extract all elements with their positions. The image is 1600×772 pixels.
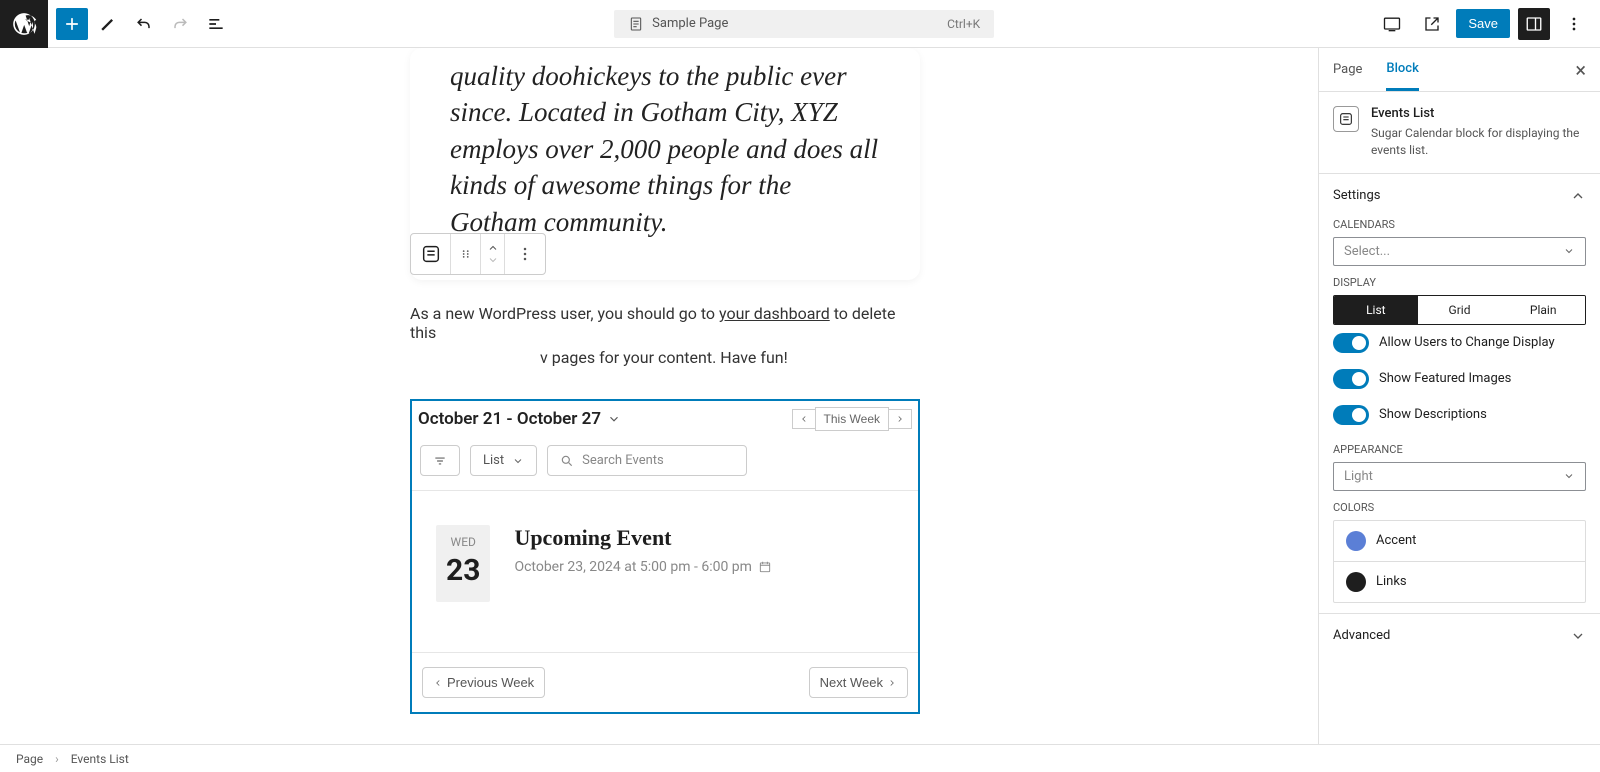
display-label: DISPLAY — [1333, 276, 1586, 289]
calendar-icon — [758, 560, 772, 574]
appearance-label: APPEARANCE — [1333, 443, 1586, 456]
advanced-section[interactable]: Advanced — [1333, 624, 1586, 648]
view-icon[interactable] — [1376, 8, 1408, 40]
block-name: Events List — [1371, 106, 1586, 121]
chevron-down-icon[interactable] — [607, 412, 621, 426]
prev-week-arrow[interactable] — [792, 409, 816, 429]
add-block-button[interactable] — [56, 8, 88, 40]
breadcrumb: Page › Events List — [0, 744, 1600, 772]
view-dropdown[interactable]: List — [470, 445, 537, 476]
next-week-button[interactable]: Next Week — [809, 667, 908, 698]
body-paragraph: As a new WordPress user, you should go t… — [410, 304, 920, 342]
close-sidebar-icon[interactable]: × — [1575, 58, 1586, 82]
wordpress-logo[interactable] — [0, 0, 48, 48]
list-view-button[interactable] — [200, 8, 232, 40]
redo-button[interactable] — [164, 8, 196, 40]
events-list-block[interactable]: October 21 - October 27 This Week — [410, 399, 920, 714]
display-grid[interactable]: Grid — [1418, 296, 1502, 324]
display-segmented: List Grid Plain — [1333, 295, 1586, 325]
quote-text: quality doohickeys to the public ever si… — [450, 58, 880, 240]
settings-section[interactable]: Settings — [1333, 184, 1586, 208]
event-title: Upcoming Event — [514, 525, 772, 551]
tab-page[interactable]: Page — [1333, 50, 1362, 89]
doc-title-text: Sample Page — [652, 16, 728, 31]
filter-button[interactable] — [420, 445, 460, 476]
event-row: WED 23 Upcoming Event October 23, 2024 a… — [412, 491, 918, 652]
editor-canvas[interactable]: quality doohickeys to the public ever si… — [0, 48, 1318, 744]
appearance-select[interactable]: Light — [1333, 462, 1586, 491]
save-button[interactable]: Save — [1456, 9, 1510, 38]
undo-button[interactable] — [128, 8, 160, 40]
color-links[interactable]: Links — [1334, 562, 1585, 602]
next-week-arrow[interactable] — [888, 409, 912, 429]
body-paragraph-2: v pages for your content. Have fun! — [410, 348, 920, 367]
chevron-up-icon — [485, 242, 501, 254]
colors-label: COLORS — [1333, 501, 1586, 514]
display-list[interactable]: List — [1334, 296, 1418, 324]
color-accent[interactable]: Accent — [1334, 521, 1585, 562]
previous-week-button[interactable]: Previous Week — [422, 667, 545, 698]
toggle-descriptions[interactable] — [1333, 405, 1369, 425]
block-options-icon[interactable] — [505, 234, 545, 274]
settings-sidebar: Page Block × Events List Sugar Calendar … — [1318, 48, 1600, 744]
event-meta: October 23, 2024 at 5:00 pm - 6:00 pm — [514, 559, 772, 575]
settings-panel-toggle[interactable] — [1518, 8, 1550, 40]
options-icon[interactable] — [1558, 8, 1590, 40]
shortcut-hint: Ctrl+K — [947, 17, 980, 31]
block-type-icon[interactable] — [411, 234, 451, 274]
breadcrumb-page[interactable]: Page — [16, 752, 43, 766]
calendars-label: CALENDARS — [1333, 218, 1586, 231]
chevron-down-icon — [1570, 628, 1586, 644]
search-icon — [560, 454, 574, 468]
date-range: October 21 - October 27 — [418, 409, 601, 429]
event-date-badge: WED 23 — [436, 525, 490, 602]
block-icon — [1333, 106, 1359, 132]
page-icon — [628, 16, 644, 32]
preview-icon[interactable] — [1416, 8, 1448, 40]
block-description: Sugar Calendar block for displaying the … — [1371, 125, 1586, 159]
calendars-select[interactable]: Select... — [1333, 237, 1586, 266]
top-toolbar: Sample Page Ctrl+K Save — [0, 0, 1600, 48]
display-plain[interactable]: Plain — [1501, 296, 1585, 324]
tab-block[interactable]: Block — [1386, 49, 1418, 91]
toggle-change-display[interactable] — [1333, 333, 1369, 353]
breadcrumb-separator: › — [55, 752, 59, 766]
search-events-input[interactable]: Search Events — [547, 445, 747, 476]
chevron-up-icon — [1570, 188, 1586, 204]
chevron-down-icon — [485, 254, 501, 266]
breadcrumb-block[interactable]: Events List — [71, 752, 129, 766]
drag-handle-icon[interactable] — [451, 234, 481, 274]
document-title[interactable]: Sample Page Ctrl+K — [614, 10, 994, 38]
block-toolbar — [410, 233, 546, 275]
dashboard-link[interactable]: your dashboard — [719, 304, 830, 323]
tools-icon[interactable] — [92, 8, 124, 40]
this-week-button[interactable]: This Week — [815, 407, 889, 431]
move-arrows[interactable] — [481, 234, 505, 274]
toggle-featured-images[interactable] — [1333, 369, 1369, 389]
